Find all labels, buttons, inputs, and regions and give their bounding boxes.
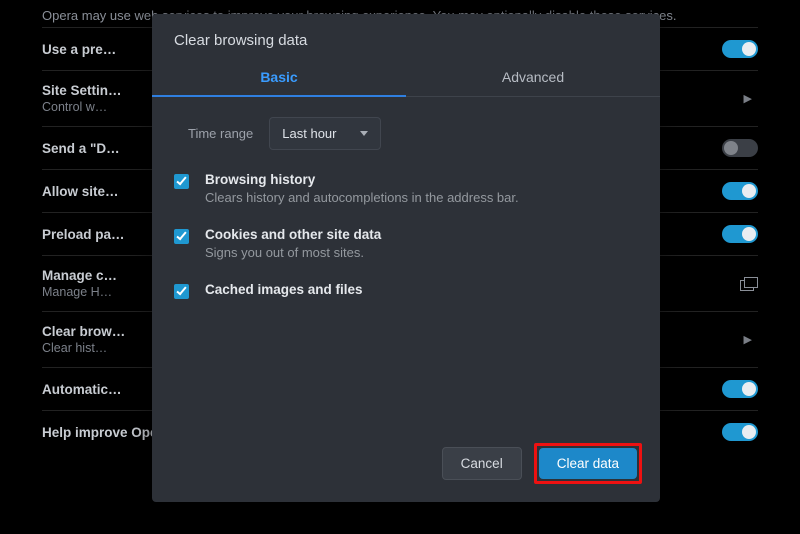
- clear-browsing-data-dialog: Clear browsing data Basic Advanced Time …: [152, 14, 660, 502]
- dialog-body: Time range Last hour Browsing history Cl…: [152, 97, 660, 429]
- dialog-backdrop: Clear browsing data Basic Advanced Time …: [0, 0, 800, 534]
- highlight-annotation: Clear data: [534, 443, 642, 484]
- tab-basic[interactable]: Basic: [152, 61, 406, 97]
- checkbox[interactable]: [174, 174, 189, 189]
- checkbox[interactable]: [174, 229, 189, 244]
- check-title: Browsing history: [205, 172, 519, 187]
- dialog-footer: Cancel Clear data: [152, 429, 660, 502]
- dialog-title: Clear browsing data: [152, 14, 660, 61]
- time-range-value: Last hour: [282, 126, 336, 141]
- time-range-label: Time range: [188, 126, 253, 141]
- check-item-cached: Cached images and files: [174, 282, 638, 299]
- check-item-cookies: Cookies and other site data Signs you ou…: [174, 227, 638, 260]
- cancel-button[interactable]: Cancel: [442, 447, 522, 480]
- check-title: Cached images and files: [205, 282, 363, 297]
- check-sub: Clears history and autocompletions in th…: [205, 190, 519, 205]
- time-range-select[interactable]: Last hour: [269, 117, 381, 150]
- check-sub: Signs you out of most sites.: [205, 245, 381, 260]
- check-item-browsing-history: Browsing history Clears history and auto…: [174, 172, 638, 205]
- tab-advanced[interactable]: Advanced: [406, 61, 660, 97]
- check-title: Cookies and other site data: [205, 227, 381, 242]
- dialog-tabs: Basic Advanced: [152, 61, 660, 97]
- clear-data-button[interactable]: Clear data: [539, 448, 637, 479]
- checkbox[interactable]: [174, 284, 189, 299]
- time-range-row: Time range Last hour: [188, 117, 638, 150]
- chevron-down-icon: [360, 131, 368, 136]
